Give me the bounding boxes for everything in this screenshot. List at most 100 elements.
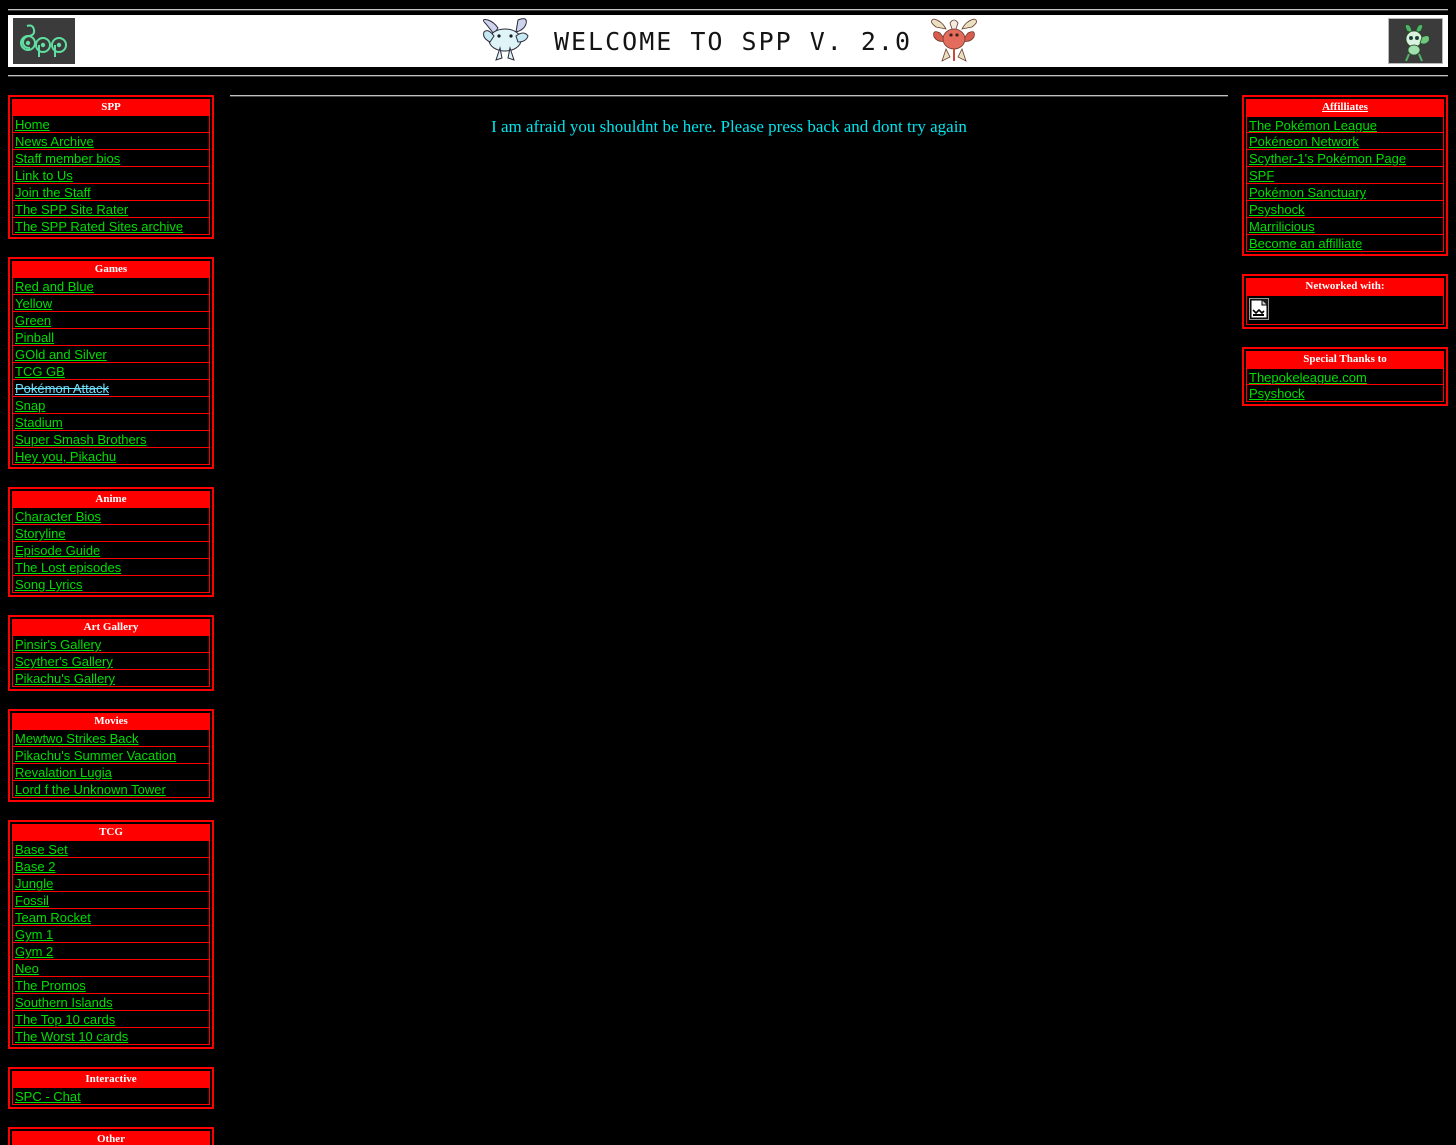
- menu-link-join-the-staff[interactable]: Join the Staff: [13, 184, 209, 200]
- menu-row: Psyshock: [1246, 201, 1444, 218]
- menu-link-snap[interactable]: Snap: [13, 397, 209, 413]
- menu-link-yellow[interactable]: Yellow: [13, 295, 209, 311]
- page-layout: SPP Home News Archive Staff member bios Link…: [0, 77, 1456, 1145]
- menu-block-interactive: Interactive SPC - Chat: [8, 1067, 214, 1109]
- menu-row: The SPP Site Rater: [12, 201, 210, 218]
- page-title: Welcome To SPP V. 2.0: [553, 26, 913, 56]
- menu-link-stadium[interactable]: Stadium: [13, 414, 209, 430]
- menu-row: News Archive: [12, 133, 210, 150]
- menu-row: Pikachu's Summer Vacation: [12, 747, 210, 764]
- menu-row: Yellow: [12, 295, 210, 312]
- menu-row: The Promos: [12, 977, 210, 994]
- menu-link-spc-chat[interactable]: SPC - Chat: [13, 1088, 209, 1104]
- menu-link-episode-guide[interactable]: Episode Guide: [13, 542, 209, 558]
- access-notice: I am afraid you shouldnt be here. Please…: [491, 117, 967, 136]
- menu-link-scyther-1-s-pok-mon-page[interactable]: Scyther-1's Pokémon Page: [1247, 150, 1443, 166]
- menu-block-spp: SPP Home News Archive Staff member bios Link…: [8, 95, 214, 239]
- menu-link-pok-mon-attack[interactable]: Pokémon Attack: [13, 380, 209, 396]
- menu-link-the-spp-site-rater[interactable]: The SPP Site Rater: [13, 201, 209, 217]
- menu-link-jungle[interactable]: Jungle: [13, 875, 209, 891]
- menu-link-red-and-blue[interactable]: Red and Blue: [13, 278, 209, 294]
- menu-link-link-to-us[interactable]: Link to Us: [13, 167, 209, 183]
- left-sidebar: SPP Home News Archive Staff member bios Link…: [8, 95, 214, 1145]
- menu-link-neo[interactable]: Neo: [13, 960, 209, 976]
- lugia-sprite: [474, 14, 540, 69]
- menu-link-the-pok-mon-league[interactable]: The Pokémon League: [1247, 117, 1443, 132]
- menu-link-mewtwo-strikes-back[interactable]: Mewtwo Strikes Back: [13, 730, 209, 746]
- menu-row: Gym 2: [12, 943, 210, 960]
- menu-link-pinball[interactable]: Pinball: [13, 329, 209, 345]
- menu-block-anime: Anime Character Bios Storyline Episode Guid…: [8, 487, 214, 597]
- menu-link-marrilicious[interactable]: Marrilicious: [1247, 218, 1443, 234]
- menu-link-tcg-gb[interactable]: TCG GB: [13, 363, 209, 379]
- menu-link-news-archive[interactable]: News Archive: [13, 133, 209, 149]
- menu-row: Pokémon Attack: [12, 380, 210, 397]
- menu-link-gold-and-silver[interactable]: GOld and Silver: [13, 346, 209, 362]
- menu-link-base-set[interactable]: Base Set: [13, 841, 209, 857]
- menu-link-the-lost-episodes[interactable]: The Lost episodes: [13, 559, 209, 575]
- hooh-sprite: [926, 15, 982, 68]
- menu-link-southern-islands[interactable]: Southern Islands: [13, 994, 209, 1010]
- menu-row: Join the Staff: [12, 184, 210, 201]
- menu-row: Base 2: [12, 858, 210, 875]
- menu-link-super-smash-brothers[interactable]: Super Smash Brothers: [13, 431, 209, 447]
- menu-row: SPC - Chat: [12, 1088, 210, 1105]
- menu-row: Jungle: [12, 875, 210, 892]
- menu-link-base-2[interactable]: Base 2: [13, 858, 209, 874]
- affiliates-header: Affilliates: [1246, 99, 1444, 116]
- menu-link-character-bios[interactable]: Character Bios: [13, 508, 209, 524]
- menu-link-pok-neon-network[interactable]: Pokéneon Network: [1247, 133, 1443, 149]
- menu-link-team-rocket[interactable]: Team Rocket: [13, 909, 209, 925]
- menu-row: TCG GB: [12, 363, 210, 380]
- menu-header-interactive: Interactive: [12, 1071, 210, 1088]
- menu-row: The Lost episodes: [12, 559, 210, 576]
- menu-link-become-an-affilliate[interactable]: Become an affilliate: [1247, 235, 1443, 251]
- menu-link-storyline[interactable]: Storyline: [13, 525, 209, 541]
- menu-link-gym-2[interactable]: Gym 2: [13, 943, 209, 959]
- menu-link-gym-1[interactable]: Gym 1: [13, 926, 209, 942]
- menu-header-art-gallery: Art Gallery: [12, 619, 210, 636]
- menu-link-home[interactable]: Home: [13, 116, 209, 132]
- menu-link-the-top-10-cards[interactable]: The Top 10 cards: [13, 1011, 209, 1027]
- menu-link-scyther-s-gallery[interactable]: Scyther's Gallery: [13, 653, 209, 669]
- menu-link-thepokeleague-com[interactable]: Thepokeleague.com: [1247, 369, 1443, 384]
- site-header-banner: Welcome To SPP V. 2.0: [8, 15, 1448, 67]
- menu-row: Pinsir's Gallery: [12, 636, 210, 653]
- menu-link-staff-member-bios[interactable]: Staff member bios: [13, 150, 209, 166]
- menu-row: Storyline: [12, 525, 210, 542]
- menu-row: Thepokeleague.com: [1246, 368, 1444, 385]
- menu-link-lord-f-the-unknown-tower[interactable]: Lord f the Unknown Tower: [13, 781, 209, 797]
- menu-link-pinsir-s-gallery[interactable]: Pinsir's Gallery: [13, 636, 209, 652]
- menu-row: Gym 1: [12, 926, 210, 943]
- menu-row: Home: [12, 116, 210, 133]
- right-sidebar: Affilliates The Pokémon League Pokéneon N…: [1242, 95, 1448, 424]
- menu-link-green[interactable]: Green: [13, 312, 209, 328]
- menu-row: The Worst 10 cards: [12, 1028, 210, 1045]
- menu-row: Pikachu's Gallery: [12, 670, 210, 687]
- menu-header-movies: Movies: [12, 713, 210, 730]
- menu-row: Song Lyrics: [12, 576, 210, 593]
- networked-block: Networked with:: [1242, 274, 1448, 329]
- menu-row: Character Bios: [12, 508, 210, 525]
- menu-row: Stadium: [12, 414, 210, 431]
- menu-link-hey-you-pikachu[interactable]: Hey you, Pikachu: [13, 448, 209, 464]
- menu-link-spf[interactable]: SPF: [1247, 167, 1443, 183]
- menu-row: Psyshock: [1246, 385, 1444, 402]
- menu-row: Fossil: [12, 892, 210, 909]
- menu-link-the-worst-10-cards[interactable]: The Worst 10 cards: [13, 1028, 209, 1044]
- menu-link-the-spp-rated-sites-archive[interactable]: The SPP Rated Sites archive: [13, 218, 209, 234]
- menu-link-the-promos[interactable]: The Promos: [13, 977, 209, 993]
- menu-link-fossil[interactable]: Fossil: [13, 892, 209, 908]
- menu-link-pok-mon-sanctuary[interactable]: Pokémon Sanctuary: [1247, 184, 1443, 200]
- broken-image-icon[interactable]: [1249, 298, 1269, 320]
- menu-link-psyshock[interactable]: Psyshock: [1247, 201, 1443, 217]
- menu-row: Green: [12, 312, 210, 329]
- menu-link-revalation-lugia[interactable]: Revalation Lugia: [13, 764, 209, 780]
- menu-row: The Top 10 cards: [12, 1011, 210, 1028]
- menu-link-song-lyrics[interactable]: Song Lyrics: [13, 576, 209, 592]
- menu-row: Pokémon Sanctuary: [1246, 184, 1444, 201]
- menu-link-pikachu-s-gallery[interactable]: Pikachu's Gallery: [13, 670, 209, 686]
- menu-row: Super Smash Brothers: [12, 431, 210, 448]
- menu-link-psyshock[interactable]: Psyshock: [1247, 385, 1443, 401]
- menu-link-pikachu-s-summer-vacation[interactable]: Pikachu's Summer Vacation: [13, 747, 209, 763]
